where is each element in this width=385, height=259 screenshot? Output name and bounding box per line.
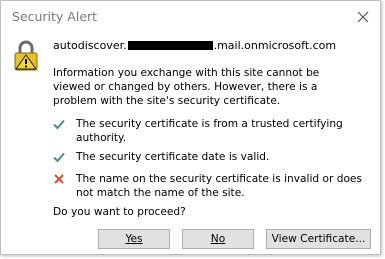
view-certificate-label: View Certificate... xyxy=(271,233,366,245)
site-host: autodiscover. .mail.onmicrosoft.com xyxy=(53,39,336,52)
security-alert-dialog: Security Alert autodiscover. .mail.onmic… xyxy=(0,0,381,255)
x-icon xyxy=(54,174,64,184)
host-suffix: .mail.onmicrosoft.com xyxy=(213,39,337,52)
proceed-question: Do you want to proceed? xyxy=(53,206,186,218)
no-button[interactable]: No xyxy=(182,229,254,249)
cert-item-text: The name on the security certificate is … xyxy=(76,173,362,199)
info-text: Information you exchange with this site … xyxy=(53,67,320,107)
cert-item-text: The security certificate date is valid. xyxy=(76,151,270,163)
check-icon xyxy=(53,119,65,130)
no-button-label: No xyxy=(210,233,226,245)
yes-button-label: Yes xyxy=(125,233,143,245)
check-icon xyxy=(53,152,65,163)
cert-item-text: The security certificate is from a trust… xyxy=(76,118,343,144)
lock-warning-icon xyxy=(14,40,38,71)
redacted-block xyxy=(127,41,213,50)
host-prefix: autodiscover. xyxy=(53,39,127,52)
title-bar: Security Alert xyxy=(1,1,380,33)
close-icon[interactable] xyxy=(353,7,373,27)
view-certificate-button[interactable]: View Certificate... xyxy=(266,229,371,249)
yes-button[interactable]: Yes xyxy=(98,229,170,249)
dialog-title: Security Alert xyxy=(12,9,98,24)
